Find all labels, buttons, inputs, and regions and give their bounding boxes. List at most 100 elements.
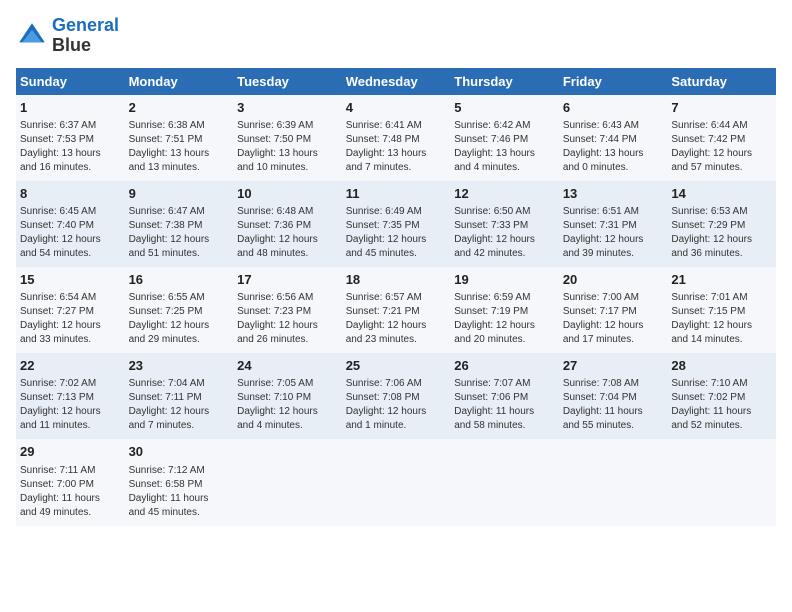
calendar-cell [233,439,342,525]
logo-icon [16,20,48,52]
day-number: 5 [454,99,555,117]
col-header-friday: Friday [559,68,668,95]
day-detail: Sunrise: 6:50 AM Sunset: 7:33 PM Dayligh… [454,205,555,261]
day-detail: Sunrise: 6:54 AM Sunset: 7:27 PM Dayligh… [20,291,121,347]
calendar-cell: 21Sunrise: 7:01 AM Sunset: 7:15 PM Dayli… [667,267,776,353]
day-number: 18 [346,271,447,289]
calendar-cell: 2 Sunrise: 6:38 AM Sunset: 7:51 PM Daylig… [125,95,234,181]
day-detail: Sunrise: 6:51 AM Sunset: 7:31 PM Dayligh… [563,205,664,261]
day-detail: Sunrise: 6:42 AM Sunset: 7:46 PM Dayligh… [454,119,555,175]
day-detail: Sunrise: 6:59 AM Sunset: 7:19 PM Dayligh… [454,291,555,347]
calendar-cell [667,439,776,525]
day-number: 15 [20,271,121,289]
day-number: 29 [20,443,121,461]
col-header-thursday: Thursday [450,68,559,95]
day-detail: Sunrise: 6:48 AM Sunset: 7:36 PM Dayligh… [237,205,338,261]
calendar-cell: 26 Sunrise: 7:07 AM Sunset: 7:06 PM Dayli… [450,353,559,439]
calendar-cell: 24 Sunrise: 7:05 AM Sunset: 7:10 PM Dayli… [233,353,342,439]
calendar-header-row: SundayMondayTuesdayWednesdayThursdayFrid… [16,68,776,95]
day-detail: Sunrise: 7:02 AM Sunset: 7:13 PM Dayligh… [20,377,121,433]
calendar-cell: 22 Sunrise: 7:02 AM Sunset: 7:13 PM Dayli… [16,353,125,439]
day-number: 8 [20,185,121,203]
day-number: 7 [671,99,772,117]
day-detail: Sunrise: 7:04 AM Sunset: 7:11 PM Dayligh… [129,377,230,433]
calendar-cell: 20Sunrise: 7:00 AM Sunset: 7:17 PM Dayli… [559,267,668,353]
day-number: 10 [237,185,338,203]
day-number: 6 [563,99,664,117]
day-detail: Sunrise: 6:49 AM Sunset: 7:35 PM Dayligh… [346,205,447,261]
calendar-cell: 27 Sunrise: 7:08 AM Sunset: 7:04 PM Dayli… [559,353,668,439]
day-number: 1 [20,99,121,117]
day-detail: Sunrise: 6:55 AM Sunset: 7:25 PM Dayligh… [129,291,230,347]
day-detail: Sunrise: 7:11 AM Sunset: 7:00 PM Dayligh… [20,464,121,520]
day-number: 25 [346,357,447,375]
day-number: 13 [563,185,664,203]
day-number: 24 [237,357,338,375]
calendar-cell [342,439,451,525]
calendar-cell: 28 Sunrise: 7:10 AM Sunset: 7:02 PM Dayli… [667,353,776,439]
logo-text: GeneralBlue [52,16,119,56]
calendar-cell: 11 Sunrise: 6:49 AM Sunset: 7:35 PM Dayli… [342,181,451,267]
day-detail: Sunrise: 6:47 AM Sunset: 7:38 PM Dayligh… [129,205,230,261]
calendar-cell [559,439,668,525]
calendar-cell: 19 Sunrise: 6:59 AM Sunset: 7:19 PM Dayli… [450,267,559,353]
day-number: 11 [346,185,447,203]
day-number: 19 [454,271,555,289]
day-detail: Sunrise: 7:08 AM Sunset: 7:04 PM Dayligh… [563,377,664,433]
day-detail: Sunrise: 6:53 AM Sunset: 7:29 PM Dayligh… [671,205,772,261]
calendar-cell: 16 Sunrise: 6:55 AM Sunset: 7:25 PM Dayli… [125,267,234,353]
day-detail: Sunrise: 6:57 AM Sunset: 7:21 PM Dayligh… [346,291,447,347]
calendar-cell: 30Sunrise: 7:12 AM Sunset: 6:58 PM Dayli… [125,439,234,525]
day-number: 2 [129,99,230,117]
page-header: GeneralBlue [16,16,776,56]
day-detail: Sunrise: 7:12 AM Sunset: 6:58 PM Dayligh… [129,464,230,520]
day-number: 21 [671,271,772,289]
calendar-week-row: 1 Sunrise: 6:37 AM Sunset: 7:53 PM Daylig… [16,95,776,181]
day-number: 26 [454,357,555,375]
day-detail: Sunrise: 6:45 AM Sunset: 7:40 PM Dayligh… [20,205,121,261]
col-header-tuesday: Tuesday [233,68,342,95]
day-number: 16 [129,271,230,289]
calendar-cell: 6Sunrise: 6:43 AM Sunset: 7:44 PM Daylig… [559,95,668,181]
day-number: 14 [671,185,772,203]
day-number: 4 [346,99,447,117]
day-detail: Sunrise: 7:07 AM Sunset: 7:06 PM Dayligh… [454,377,555,433]
calendar-table: SundayMondayTuesdayWednesdayThursdayFrid… [16,68,776,526]
day-number: 28 [671,357,772,375]
calendar-cell: 9 Sunrise: 6:47 AM Sunset: 7:38 PM Daylig… [125,181,234,267]
col-header-sunday: Sunday [16,68,125,95]
calendar-week-row: 15 Sunrise: 6:54 AM Sunset: 7:27 PM Dayli… [16,267,776,353]
day-detail: Sunrise: 6:38 AM Sunset: 7:51 PM Dayligh… [129,119,230,175]
day-detail: Sunrise: 6:41 AM Sunset: 7:48 PM Dayligh… [346,119,447,175]
day-number: 22 [20,357,121,375]
col-header-saturday: Saturday [667,68,776,95]
day-detail: Sunrise: 7:06 AM Sunset: 7:08 PM Dayligh… [346,377,447,433]
day-detail: Sunrise: 6:37 AM Sunset: 7:53 PM Dayligh… [20,119,121,175]
day-detail: Sunrise: 6:44 AM Sunset: 7:42 PM Dayligh… [671,119,772,175]
calendar-cell: 14 Sunrise: 6:53 AM Sunset: 7:29 PM Dayli… [667,181,776,267]
calendar-cell: 4 Sunrise: 6:41 AM Sunset: 7:48 PM Daylig… [342,95,451,181]
calendar-cell: 3Sunrise: 6:39 AM Sunset: 7:50 PM Daylig… [233,95,342,181]
day-number: 9 [129,185,230,203]
calendar-cell: 12 Sunrise: 6:50 AM Sunset: 7:33 PM Dayli… [450,181,559,267]
calendar-cell: 10 Sunrise: 6:48 AM Sunset: 7:36 PM Dayli… [233,181,342,267]
day-number: 17 [237,271,338,289]
calendar-cell [450,439,559,525]
day-detail: Sunrise: 6:56 AM Sunset: 7:23 PM Dayligh… [237,291,338,347]
calendar-cell: 25 Sunrise: 7:06 AM Sunset: 7:08 PM Dayli… [342,353,451,439]
col-header-monday: Monday [125,68,234,95]
day-detail: Sunrise: 7:05 AM Sunset: 7:10 PM Dayligh… [237,377,338,433]
calendar-cell: 23Sunrise: 7:04 AM Sunset: 7:11 PM Dayli… [125,353,234,439]
day-number: 3 [237,99,338,117]
calendar-cell: 18 Sunrise: 6:57 AM Sunset: 7:21 PM Dayli… [342,267,451,353]
day-detail: Sunrise: 7:00 AM Sunset: 7:17 PM Dayligh… [563,291,664,347]
calendar-cell: 15 Sunrise: 6:54 AM Sunset: 7:27 PM Dayli… [16,267,125,353]
calendar-week-row: 22 Sunrise: 7:02 AM Sunset: 7:13 PM Dayli… [16,353,776,439]
day-detail: Sunrise: 7:10 AM Sunset: 7:02 PM Dayligh… [671,377,772,433]
calendar-cell: 1 Sunrise: 6:37 AM Sunset: 7:53 PM Daylig… [16,95,125,181]
day-number: 12 [454,185,555,203]
calendar-cell: 17 Sunrise: 6:56 AM Sunset: 7:23 PM Dayli… [233,267,342,353]
calendar-cell: 8 Sunrise: 6:45 AM Sunset: 7:40 PM Daylig… [16,181,125,267]
day-number: 27 [563,357,664,375]
calendar-week-row: 8 Sunrise: 6:45 AM Sunset: 7:40 PM Daylig… [16,181,776,267]
